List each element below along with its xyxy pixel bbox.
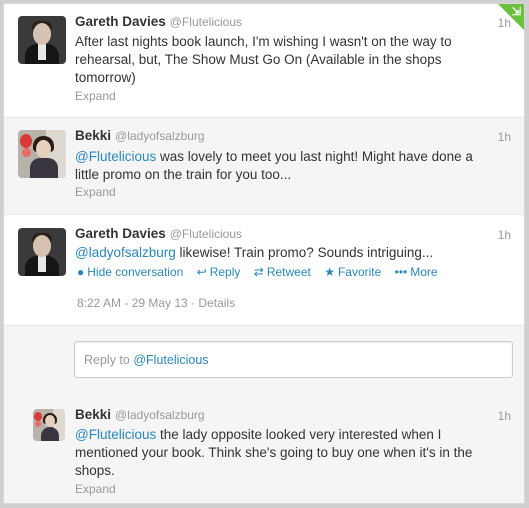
mention-link[interactable]: @Flutelicious [75, 149, 156, 164]
reply-area: Reply to @Flutelicious [4, 325, 524, 393]
tweet-item[interactable]: Bekki @ladyofsalzburg 1h @Flutelicious wa… [4, 118, 524, 215]
avatar[interactable] [18, 130, 66, 178]
retweet-button[interactable]: ⇄ Retweet [254, 265, 311, 279]
author-name[interactable]: Gareth Davies [75, 14, 166, 29]
reply-tweet-item[interactable]: Bekki @ladyofsalzburg 1h @Flutelicious th… [4, 393, 524, 503]
tweet-time[interactable]: 1h [498, 130, 511, 144]
tweet-item[interactable]: Gareth Davies @Flutelicious 1h After last… [4, 4, 524, 118]
tweet-meta: 8:22 AM - 29 May 13 · Details [77, 296, 235, 310]
tweet-time[interactable]: 1h [498, 409, 511, 423]
tweet-stream: Gareth Davies @Flutelicious 1h After last… [3, 3, 525, 504]
tweet-text: @Flutelicious the lady opposite looked v… [75, 427, 473, 478]
author-handle[interactable]: @Flutelicious [170, 227, 242, 241]
avatar[interactable] [18, 228, 66, 276]
mention-link[interactable]: @Flutelicious [75, 427, 156, 442]
reply-arrow-icon: ↩ [196, 265, 207, 279]
details-link[interactable]: Details [198, 296, 235, 310]
expand-link[interactable]: Expand [75, 89, 116, 103]
retweet-icon: ⇄ [253, 265, 264, 279]
author-handle[interactable]: @ladyofsalzburg [115, 408, 205, 422]
more-dots-icon: ••• [394, 265, 408, 279]
expand-link[interactable]: Expand [75, 185, 116, 199]
retweeted-corner-icon: ⇲ [498, 4, 524, 30]
reply-input[interactable]: Reply to @Flutelicious [74, 341, 513, 378]
hide-conversation-button[interactable]: ● Hide conversation [77, 265, 183, 279]
mention-link[interactable]: @ladyofsalzburg [75, 245, 176, 260]
reply-placeholder: Reply to @Flutelicious [84, 353, 209, 367]
meta-separator: · [191, 296, 196, 310]
tweet-item-expanded[interactable]: Gareth Davies @Flutelicious 1h @ladyofsal… [4, 215, 524, 393]
tweet-timestamp[interactable]: 8:22 AM - 29 May 13 [77, 296, 188, 310]
favorite-button[interactable]: ★ Favorite [324, 265, 381, 279]
tweet-time[interactable]: 1h [498, 228, 511, 242]
more-button[interactable]: ••• More [395, 265, 438, 279]
expand-link[interactable]: Expand [75, 482, 116, 496]
reply-button[interactable]: ↩ Reply [197, 265, 241, 279]
author-name[interactable]: Bekki [75, 407, 111, 422]
tweet-text: @Flutelicious was lovely to meet you las… [75, 149, 473, 182]
author-handle[interactable]: @ladyofsalzburg [115, 129, 205, 143]
avatar[interactable] [18, 16, 66, 64]
star-icon: ★ [324, 265, 335, 279]
tweet-text: After last nights book launch, I'm wishi… [75, 34, 452, 85]
conversation-bubble-icon: ● [77, 265, 85, 279]
tweet-text: @ladyofsalzburg likewise! Train promo? S… [75, 245, 434, 260]
tweet-actions: ● Hide conversation ↩ Reply ⇄ Retweet ★ Favo… [77, 265, 448, 279]
author-handle[interactable]: @Flutelicious [170, 15, 242, 29]
author-name[interactable]: Gareth Davies [75, 226, 166, 241]
author-name[interactable]: Bekki [75, 128, 111, 143]
avatar[interactable] [33, 409, 65, 441]
